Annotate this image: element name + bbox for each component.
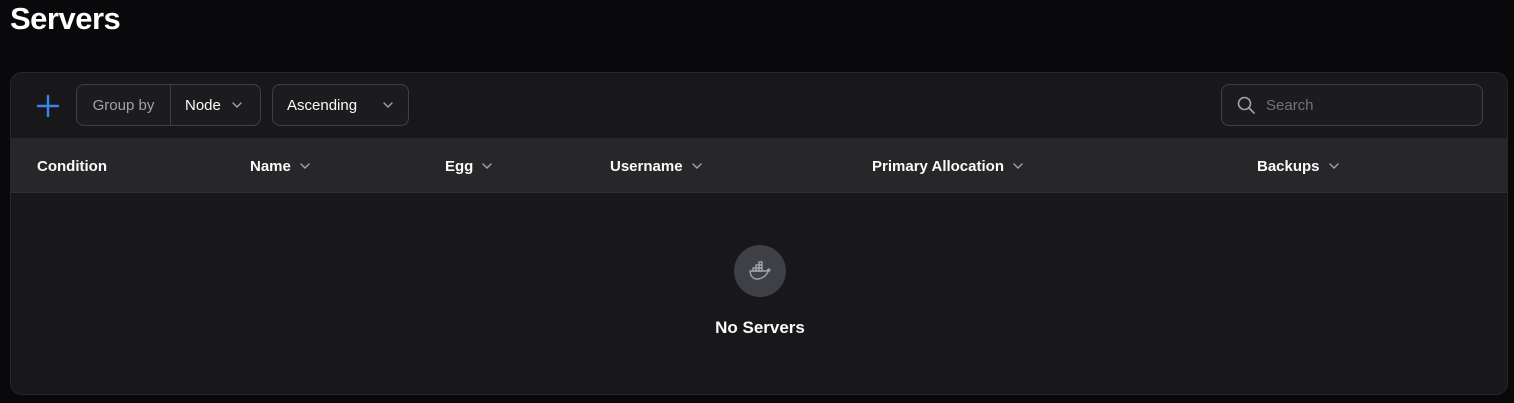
docker-whale-icon — [734, 245, 786, 297]
chevron-down-icon — [1013, 163, 1023, 169]
search-icon — [1237, 96, 1255, 114]
group-by-select[interactable]: Node — [171, 85, 260, 125]
servers-panel: Group by Node Ascending Condition — [10, 72, 1508, 395]
table-header: Condition Name Egg Username Primary Allo… — [11, 139, 1507, 193]
column-header-primary-allocation[interactable]: Primary Allocation — [872, 139, 1024, 193]
chevron-down-icon — [691, 163, 702, 169]
chevron-down-icon — [300, 163, 310, 169]
column-label: Backups — [1257, 157, 1320, 175]
column-label: Egg — [445, 157, 474, 175]
sort-order-value: Ascending — [287, 96, 358, 114]
chevron-down-icon — [482, 163, 493, 169]
sort-order-select[interactable]: Ascending — [272, 84, 409, 126]
column-label: Username — [610, 157, 683, 175]
group-by-value: Node — [185, 96, 221, 114]
empty-state: No Servers — [11, 193, 1507, 393]
search-input[interactable] — [1266, 96, 1466, 114]
column-header-condition: Condition — [37, 139, 107, 193]
column-header-name[interactable]: Name — [250, 139, 311, 193]
column-header-egg[interactable]: Egg — [445, 139, 493, 193]
column-label: Primary Allocation — [872, 157, 1004, 175]
column-header-backups[interactable]: Backups — [1257, 139, 1340, 193]
column-header-username[interactable]: Username — [610, 139, 703, 193]
column-label: Condition — [37, 157, 107, 175]
search-field — [1221, 84, 1483, 126]
toolbar: Group by Node Ascending — [11, 73, 1507, 139]
plus-icon — [36, 94, 60, 118]
chevron-down-icon — [1328, 163, 1339, 169]
column-label: Name — [250, 157, 291, 175]
empty-state-text: No Servers — [715, 318, 805, 337]
chevron-down-icon — [383, 102, 393, 108]
group-by-control: Group by Node — [76, 84, 261, 126]
add-server-button[interactable] — [35, 93, 61, 119]
chevron-down-icon — [232, 102, 242, 108]
page-title: Servers — [10, 1, 121, 36]
group-by-label: Group by — [77, 85, 171, 125]
